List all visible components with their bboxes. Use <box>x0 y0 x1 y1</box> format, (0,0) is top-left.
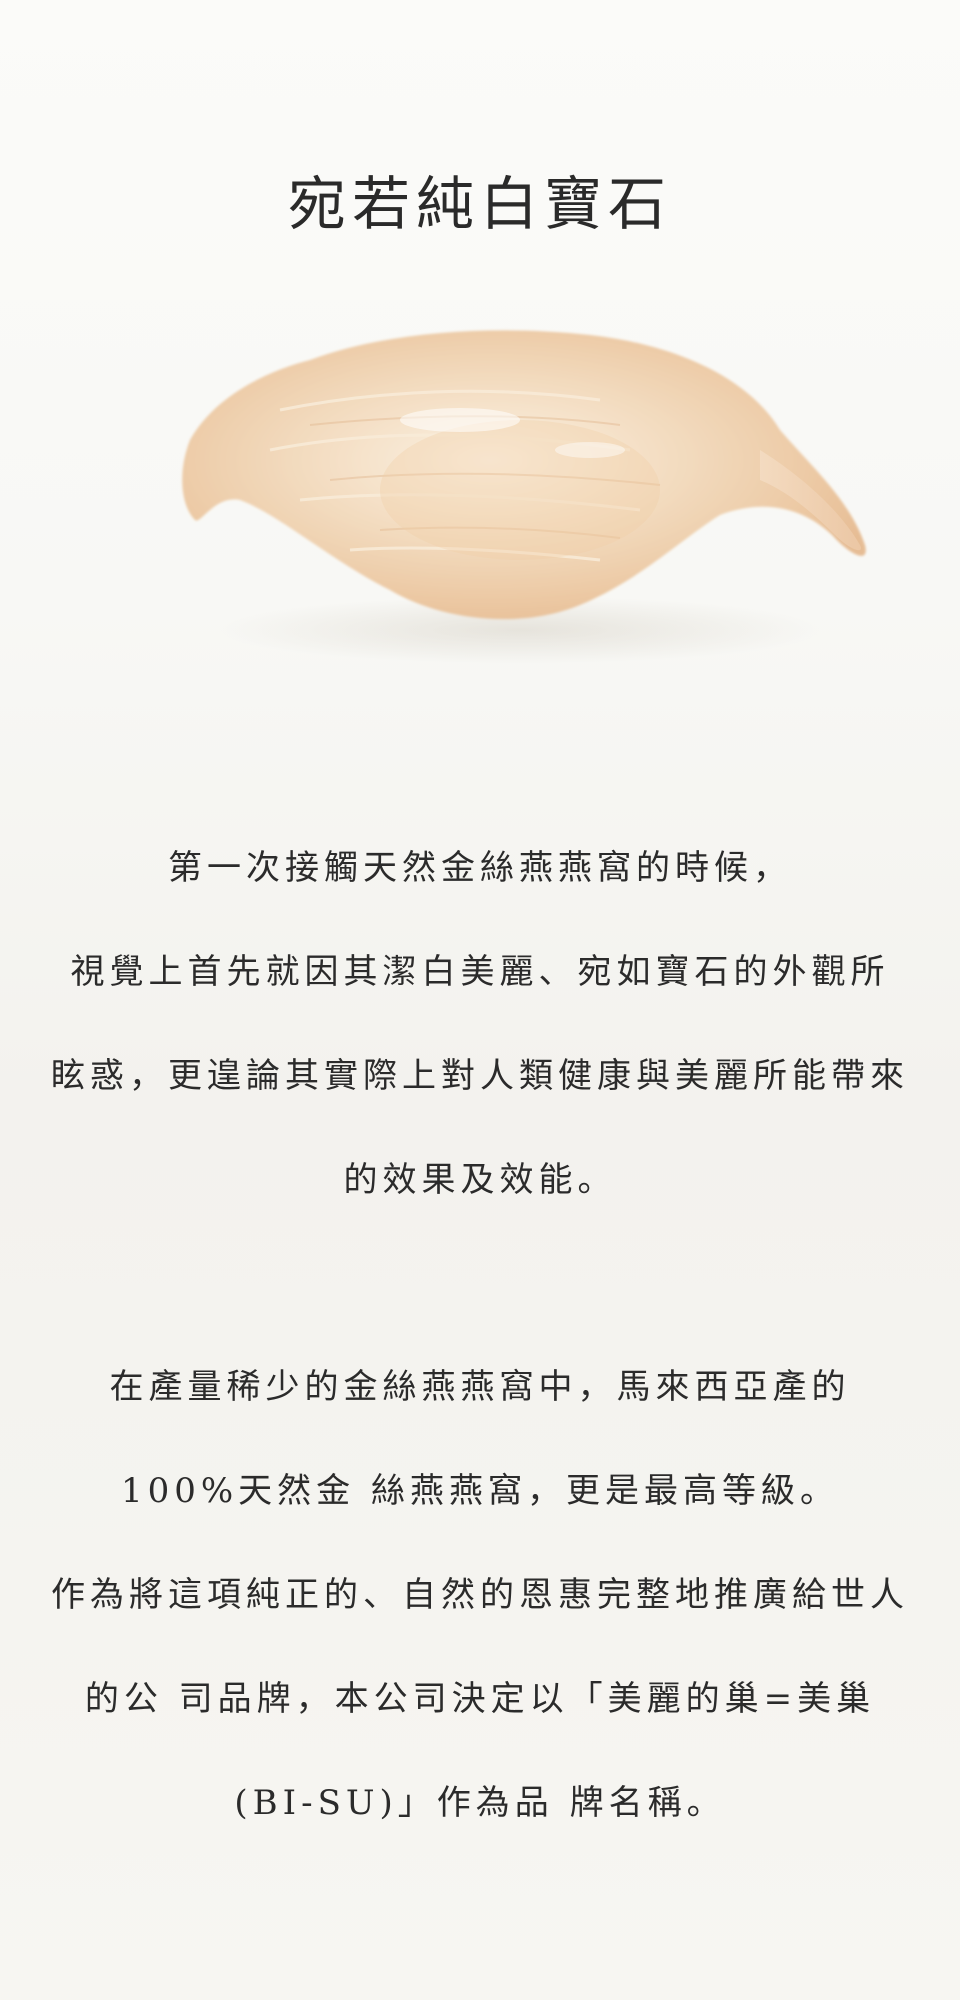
page: 宛若純白寶石 第一次接觸天然金絲燕燕窩的時候， 視覺上首先就因其潔白美麗、宛如寶… <box>0 0 960 2000</box>
paragraph-line: (BI-SU)」作為品 牌名稱。 <box>234 1783 726 1823</box>
paragraph-line: 第一次接觸天然金絲燕燕窩的時候， <box>168 848 792 888</box>
intro-paragraph: 第一次接觸天然金絲燕燕窩的時候， 視覺上首先就因其潔白美麗、宛如寶石的外觀所 眩… <box>0 816 960 1232</box>
page-title: 宛若純白寶石 <box>287 169 672 238</box>
bird-nest-icon <box>182 330 866 664</box>
bird-nest-image <box>160 300 880 690</box>
paragraph-line: 的效果及效能。 <box>343 1160 617 1200</box>
paragraph-line: 眩惑，更遑論其實際上對人類健康與美麗所能帶來 <box>51 1056 909 1096</box>
paragraph-line: 在產量稀少的金絲燕燕窩中，馬來西亞產的 <box>109 1367 851 1407</box>
paragraph-line: 作為將這項純正的、自然的恩惠完整地推廣給世人 <box>51 1575 909 1615</box>
brand-paragraph: 在產量稀少的金絲燕燕窩中，馬來西亞產的 100%天然金 絲燕燕窩，更是最高等級。… <box>0 1335 960 1855</box>
paragraph-line: 視覺上首先就因其潔白美麗、宛如寶石的外觀所 <box>70 952 890 992</box>
paragraph-line: 100%天然金 絲燕燕窩，更是最高等級。 <box>120 1471 839 1511</box>
paragraph-line: 的公 司品牌，本公司決定以「美麗的巢=美巢 <box>84 1679 876 1719</box>
